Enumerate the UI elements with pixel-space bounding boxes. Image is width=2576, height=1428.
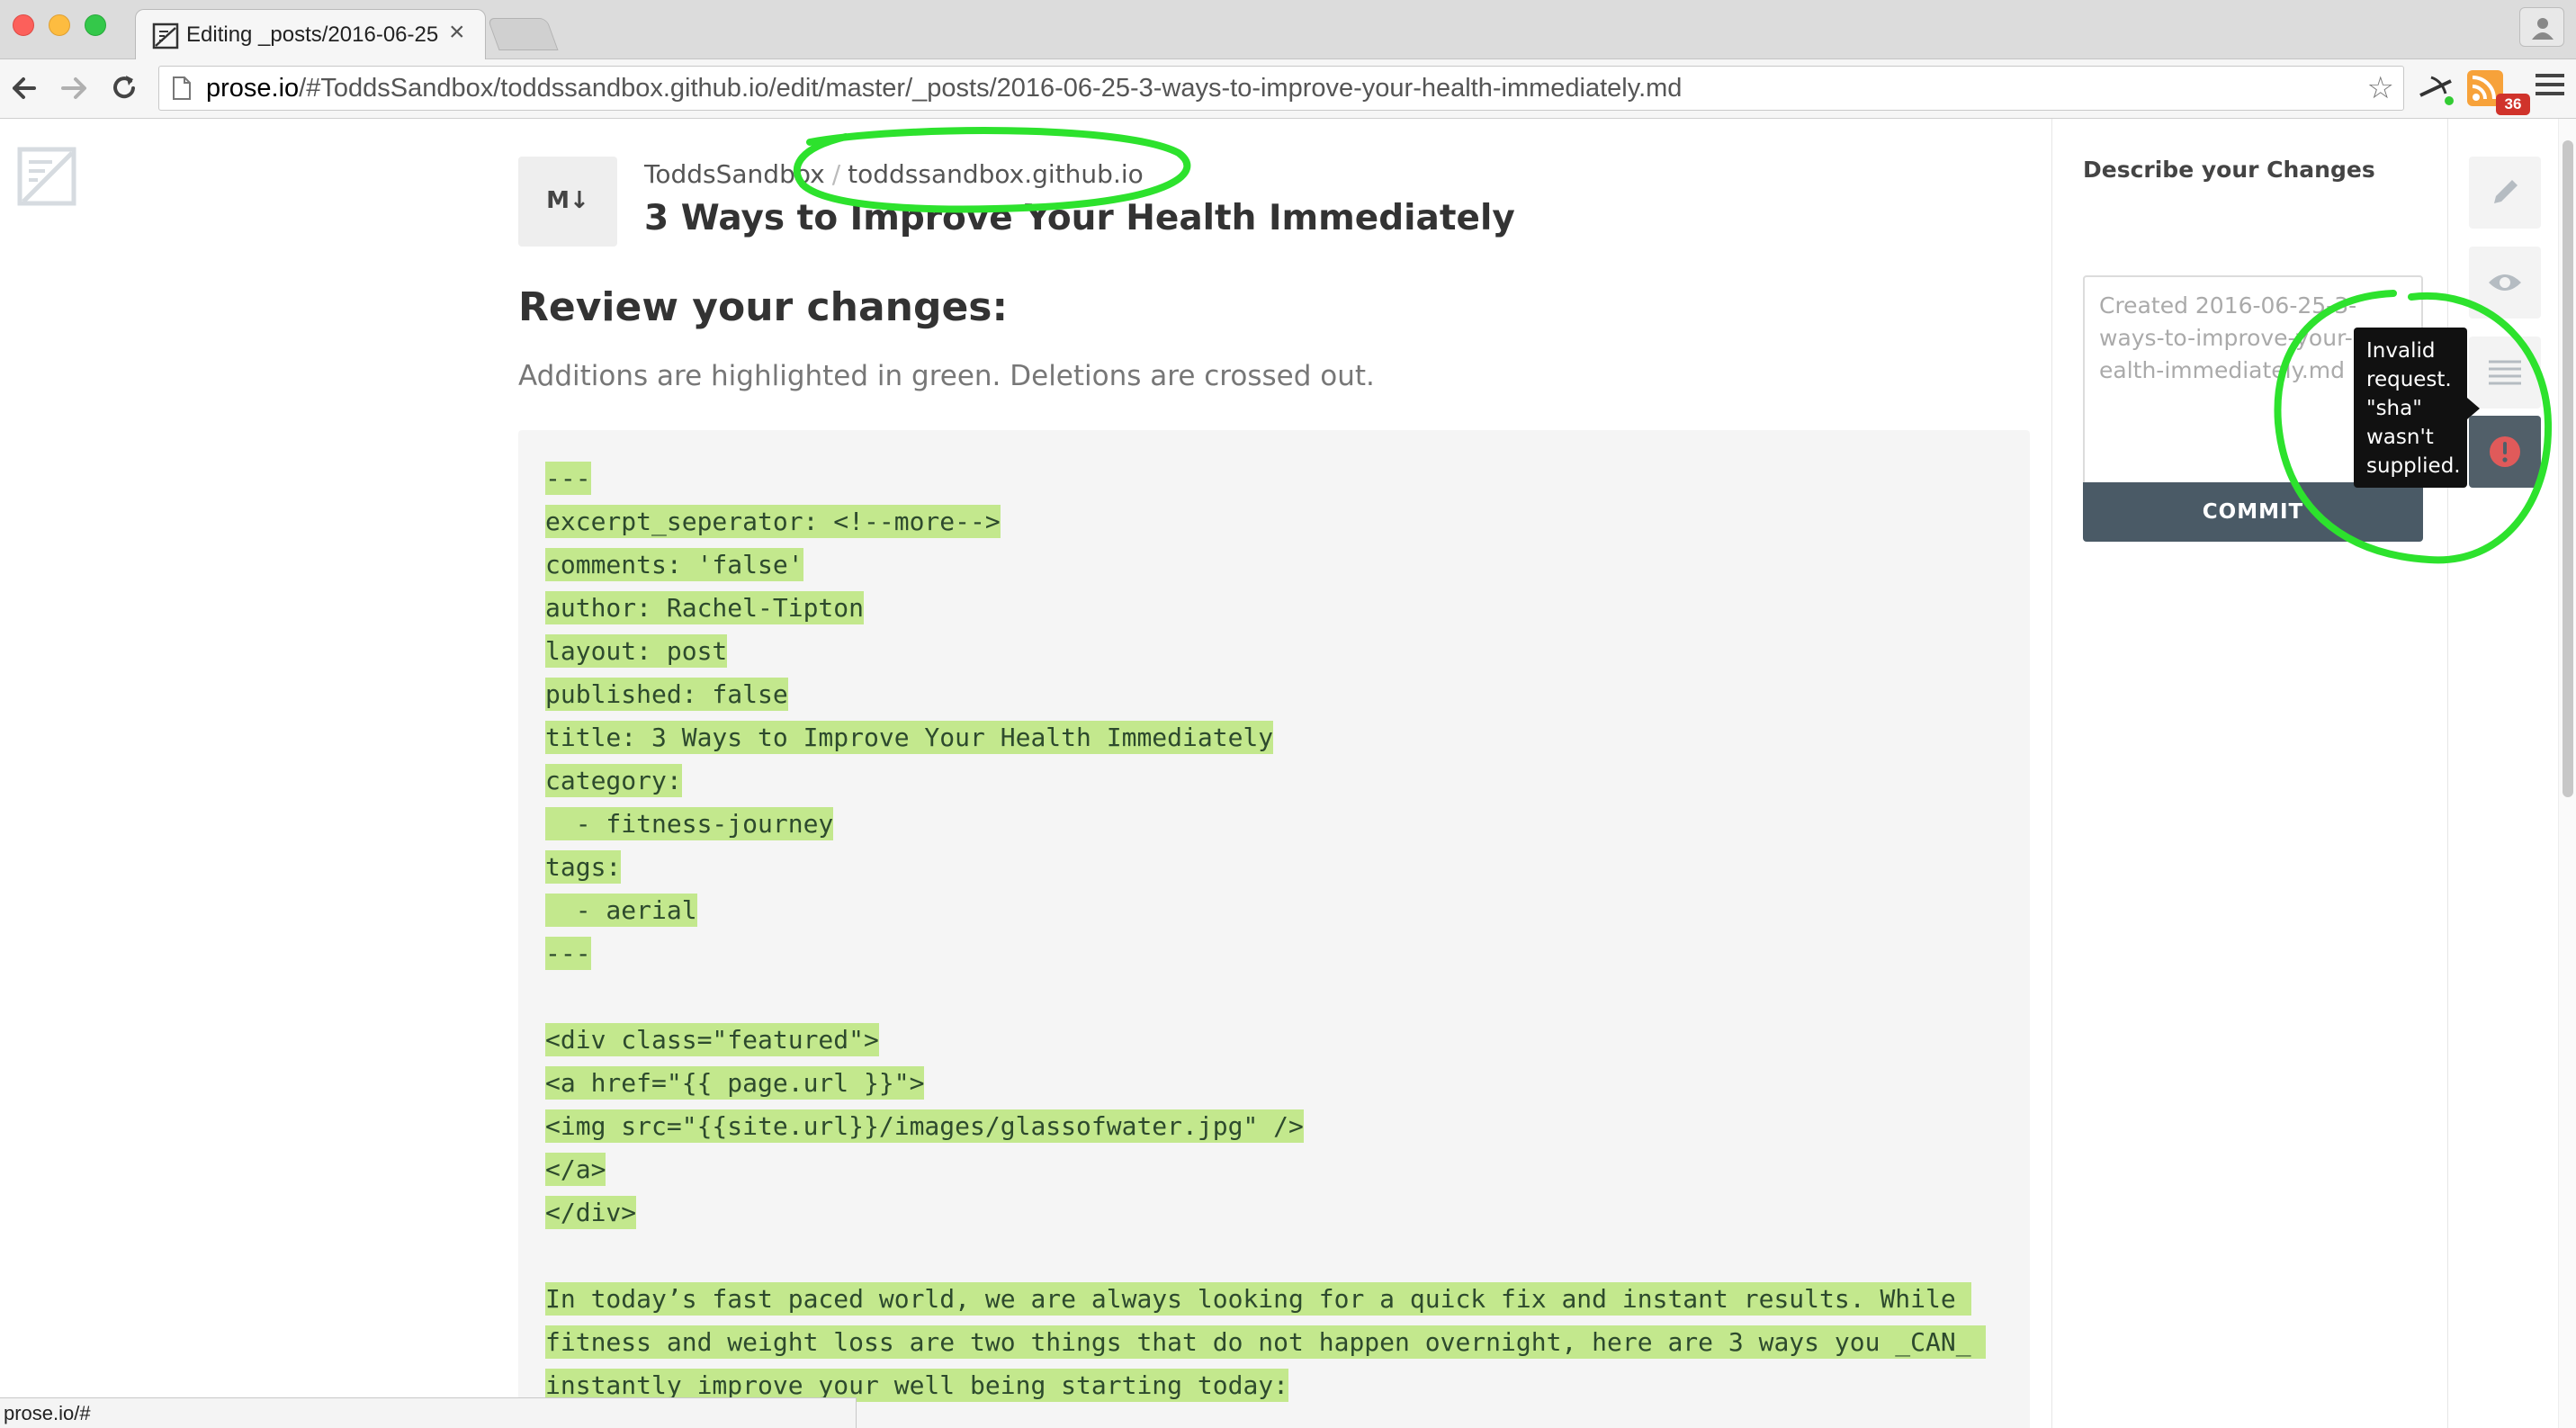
- diff-line: layout: post: [545, 630, 2003, 673]
- markdown-file-badge: M↓: [518, 157, 617, 247]
- review-heading: Review your changes:: [518, 284, 1009, 330]
- eye-icon: [2489, 274, 2521, 291]
- pencil-icon: [2494, 180, 2518, 203]
- review-subtitle: Additions are highlighted in green. Dele…: [518, 360, 1375, 392]
- diff-addition: ---: [545, 462, 591, 495]
- new-tab-button[interactable]: [487, 18, 559, 50]
- diff-addition: title: 3 Ways to Improve Your Health Imm…: [545, 721, 1274, 754]
- prose-favicon-icon: [152, 22, 179, 49]
- browser-toolbar: prose.io/#ToddsSandbox/toddssandbox.gith…: [0, 59, 2576, 119]
- window-minimize-button[interactable]: [49, 14, 70, 36]
- diff-line: <div class="featured">: [545, 1019, 2003, 1062]
- diff-line: [545, 1235, 2003, 1278]
- window-close-button[interactable]: [13, 14, 34, 36]
- scrollbar-thumb[interactable]: [2563, 140, 2573, 797]
- diff-line: fitness and weight loss are two things t…: [545, 1321, 2003, 1364]
- profile-button[interactable]: [2519, 7, 2564, 47]
- diff-panel: --- excerpt_seperator: <!--more--> comment…: [518, 430, 2030, 1428]
- person-icon: [2532, 18, 2554, 40]
- diff-line: <a href="{{ page.url }}">: [545, 1062, 2003, 1105]
- diff-addition: - aerial: [545, 894, 697, 927]
- editor-tool-rail: [2447, 119, 2576, 1428]
- alert-icon: [2490, 436, 2520, 467]
- diff-line: category:: [545, 759, 2003, 803]
- diff-addition: comments: 'false': [545, 548, 803, 581]
- diff-addition: author: Rachel-Tipton: [545, 591, 865, 624]
- commit-button[interactable]: COMMIT: [2083, 482, 2423, 542]
- window-zoom-button[interactable]: [85, 14, 106, 36]
- diff-line: title: 3 Ways to Improve Your Health Imm…: [545, 716, 2003, 759]
- diff-line: ---: [545, 457, 2003, 500]
- bookmark-star-icon[interactable]: ☆: [2367, 72, 2394, 104]
- url-path: /#ToddsSandbox/toddssandbox.github.io/ed…: [299, 74, 1683, 103]
- browser-tab-bar: Editing _posts/2016-06-25-3-ways-to-impr…: [0, 0, 2576, 61]
- diff-addition: <a href="{{ page.url }}">: [545, 1066, 925, 1100]
- diff-line: </a>: [545, 1148, 2003, 1191]
- breadcrumb-owner-link[interactable]: ToddsSandbox: [644, 159, 825, 189]
- diff-addition: published: false: [545, 678, 788, 711]
- breadcrumb-separator: /: [831, 159, 841, 189]
- describe-changes-title: Describe your Changes: [2083, 157, 2375, 183]
- reload-icon[interactable]: [104, 68, 144, 108]
- breadcrumb-repo-link[interactable]: toddssandbox.github.io: [848, 159, 1144, 189]
- diff-line: [545, 975, 2003, 1019]
- diff-line: </div>: [545, 1191, 2003, 1235]
- rail-preview-button[interactable]: [2469, 247, 2541, 319]
- diff-line: tags:: [545, 846, 2003, 889]
- url-text: prose.io/#ToddsSandbox/toddssandbox.gith…: [206, 74, 1682, 103]
- page-scrollbar[interactable]: [2558, 119, 2576, 1428]
- diff-addition: </a>: [545, 1153, 606, 1186]
- extension-count-badge: 36: [2496, 94, 2530, 115]
- commit-sidebar: Describe your Changes Created 2016-06-25…: [2051, 119, 2447, 1428]
- prose-logo-icon[interactable]: [16, 146, 79, 209]
- diff-line: - fitness-journey: [545, 803, 2003, 846]
- diff-line: - aerial: [545, 889, 2003, 932]
- post-title: 3 Ways to Improve Your Health Immediatel…: [644, 198, 1515, 238]
- diff-addition: ---: [545, 937, 591, 970]
- forward-arrow-icon[interactable]: [54, 68, 94, 108]
- prose-editor-page: M↓ ToddsSandbox / toddssandbox.github.io 3…: [0, 119, 2576, 1428]
- diff-addition: - fitness-journey: [545, 807, 834, 840]
- diff-addition: <div class="featured">: [545, 1023, 879, 1056]
- lines-icon: [2489, 360, 2521, 385]
- commit-message-placeholder: Created 2016-06-25-3-ways-to-improve-you…: [2099, 292, 2367, 383]
- diff-addition: </div>: [545, 1196, 637, 1229]
- diff-line: <img src="{{site.url}}/images/glassofwat…: [545, 1105, 2003, 1148]
- diff-addition: excerpt_seperator: <!--more-->: [545, 505, 1001, 538]
- browser-menu-icon[interactable]: [2536, 74, 2564, 103]
- diff-addition: <img src="{{site.url}}/images/glassofwat…: [545, 1109, 1304, 1143]
- page-icon: [173, 76, 191, 100]
- tab-title: Editing _posts/2016-06-25-3-ways-to-impr…: [186, 22, 438, 47]
- diff-addition: tags:: [545, 850, 622, 884]
- markdown-icon: M↓: [546, 187, 589, 214]
- diff-line: In today’s fast paced world, we are alwa…: [545, 1278, 2003, 1321]
- back-arrow-icon[interactable]: [5, 68, 45, 108]
- diff-addition: layout: post: [545, 634, 728, 668]
- rail-metadata-button[interactable]: [2469, 337, 2541, 409]
- status-bar-url: prose.io/#: [0, 1397, 857, 1428]
- diff-line: comments: 'false': [545, 543, 2003, 587]
- address-bar[interactable]: prose.io/#ToddsSandbox/toddssandbox.gith…: [158, 66, 2404, 111]
- extension-pickaxe-icon[interactable]: [2415, 68, 2456, 110]
- rail-edit-button[interactable]: [2469, 157, 2541, 229]
- diff-line: ---: [545, 932, 2003, 975]
- diff-line: published: false: [545, 673, 2003, 716]
- breadcrumb: ToddsSandbox / toddssandbox.github.io: [644, 159, 1144, 189]
- diff-addition: In today’s fast paced world, we are alwa…: [545, 1282, 1971, 1316]
- diff-line: excerpt_seperator: <!--more-->: [545, 500, 2003, 543]
- url-host: prose.io: [206, 74, 300, 103]
- error-tooltip: Invalid request. "sha" wasn't supplied.: [2354, 328, 2480, 488]
- tab-close-icon[interactable]: ×: [449, 19, 465, 46]
- rail-error-button[interactable]: [2469, 416, 2541, 488]
- tab-active[interactable]: Editing _posts/2016-06-25-3-ways-to-impr…: [135, 9, 486, 61]
- diff-addition: fitness and weight loss are two things t…: [545, 1325, 1987, 1359]
- diff-line: author: Rachel-Tipton: [545, 587, 2003, 630]
- diff-addition: category:: [545, 764, 682, 797]
